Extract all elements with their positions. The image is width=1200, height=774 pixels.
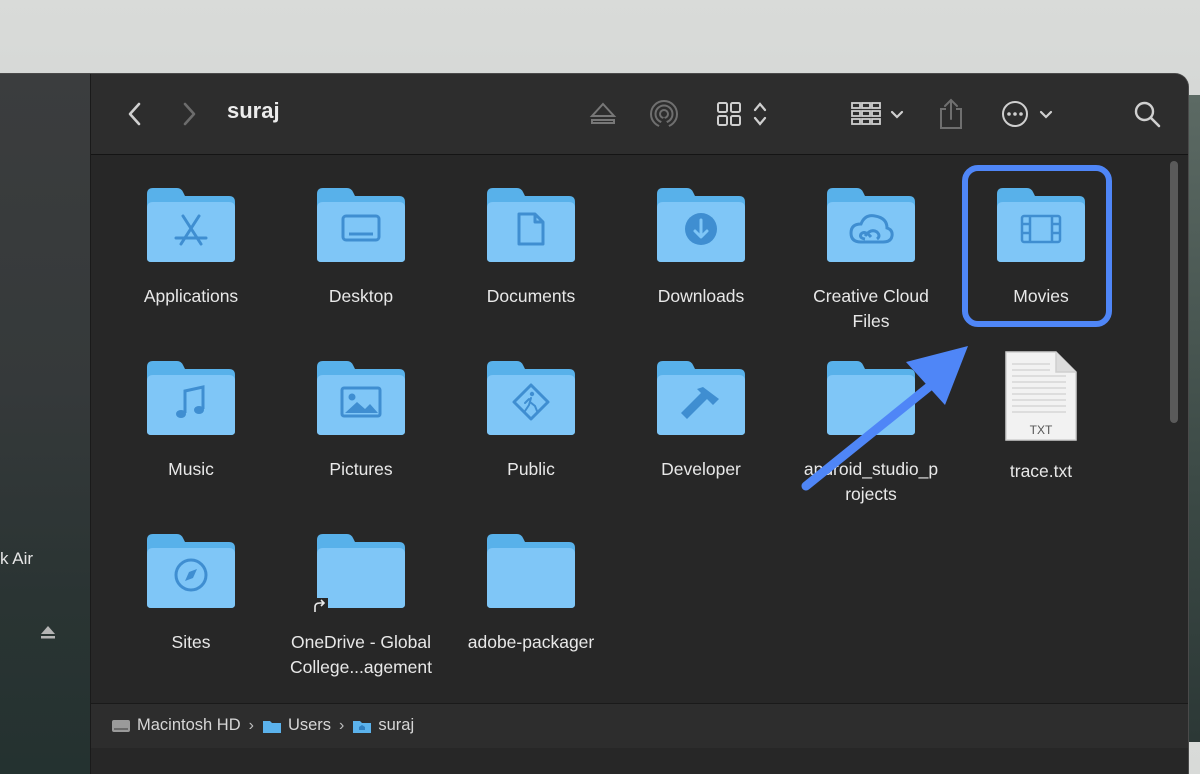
chevron-left-icon xyxy=(128,102,141,126)
path-item-label: suraj xyxy=(378,716,415,734)
item-label: Public xyxy=(507,459,555,479)
item-label: Pictures xyxy=(329,459,393,479)
music-folder-icon xyxy=(147,361,235,435)
label-line: Files xyxy=(852,311,890,331)
sidebar: k Air xyxy=(0,74,91,774)
ellipsis-circle-icon xyxy=(1002,101,1053,127)
back-button[interactable] xyxy=(121,96,149,132)
label-line: College...agement xyxy=(289,657,433,677)
search-icon xyxy=(1134,101,1161,128)
folder-public[interactable]: Public xyxy=(451,359,611,482)
sidebar-item-device[interactable]: k Air xyxy=(0,549,33,569)
folder-desktop[interactable]: Desktop xyxy=(281,186,441,309)
text-file-icon: TXT xyxy=(1005,351,1077,441)
more-actions-button[interactable] xyxy=(997,96,1057,132)
eject-button[interactable] xyxy=(587,96,619,132)
developer-folder-icon xyxy=(657,361,745,435)
eject-icon xyxy=(589,102,617,124)
item-label: Sites xyxy=(171,632,211,652)
downloads-folder-icon xyxy=(657,188,745,262)
share-button[interactable] xyxy=(936,96,966,132)
sites-folder-icon xyxy=(147,534,235,608)
file-trace-txt[interactable]: TXT trace.txt xyxy=(961,350,1121,484)
folder-onedrive-alias[interactable]: OneDrive - Global College...agement xyxy=(281,532,441,680)
path-item-macintosh-hd[interactable]: Macintosh HD xyxy=(111,716,241,735)
documents-folder-icon xyxy=(487,188,575,262)
eject-icon[interactable] xyxy=(40,624,56,640)
folder-icon xyxy=(827,361,915,435)
path-bar: Macintosh HD › Users › suraj xyxy=(91,703,1188,748)
view-mode-button[interactable] xyxy=(713,96,771,132)
item-label: Developer xyxy=(661,459,741,479)
desktop-background xyxy=(1188,95,1200,742)
item-label: Desktop xyxy=(328,286,394,306)
hard-drive-icon xyxy=(112,719,130,732)
group-by-icon xyxy=(851,102,904,125)
label-line: OneDrive - Global xyxy=(290,632,432,652)
item-label: trace.txt xyxy=(1009,461,1073,481)
label-line: android_studio_p xyxy=(803,459,939,479)
home-folder-icon xyxy=(353,720,372,733)
folder-downloads[interactable]: Downloads xyxy=(621,186,781,309)
alias-arrow-icon xyxy=(312,598,328,614)
window-title: suraj xyxy=(227,98,280,123)
pictures-folder-icon xyxy=(317,361,405,435)
folder-icon xyxy=(262,720,281,733)
file-type-badge: TXT xyxy=(1030,423,1053,437)
highlight-box xyxy=(962,165,1112,327)
group-by-button[interactable] xyxy=(847,96,907,132)
item-label: Downloads xyxy=(657,286,745,306)
folder-icon xyxy=(487,534,575,608)
item-label: adobe-packager xyxy=(467,632,595,652)
scrollbar-thumb[interactable] xyxy=(1170,161,1178,423)
item-label: Applications xyxy=(143,286,239,306)
folder-applications[interactable]: Applications xyxy=(111,186,271,309)
folder-adobe-packager[interactable]: adobe-packager xyxy=(451,532,611,655)
forward-button[interactable] xyxy=(175,96,203,132)
label-line: Creative Cloud xyxy=(813,286,929,306)
path-item-users[interactable]: Users xyxy=(262,716,331,735)
item-label: Documents xyxy=(486,286,576,306)
airdrop-button[interactable] xyxy=(647,96,681,132)
chevron-right-icon xyxy=(183,102,196,126)
folder-alias-icon xyxy=(317,534,405,608)
icon-grid-view-icon xyxy=(717,102,767,126)
path-item-label: Users xyxy=(287,716,332,734)
item-label: android_studio_projects xyxy=(791,457,951,507)
toolbar: suraj xyxy=(91,74,1188,155)
folder-creative-cloud-files[interactable]: Creative Cloud Files xyxy=(791,186,951,334)
folder-android-studio-projects[interactable]: android_studio_projects xyxy=(791,359,951,507)
creative-cloud-folder-icon xyxy=(827,188,915,262)
label-line: rojects xyxy=(845,484,897,504)
path-item-label: Macintosh HD xyxy=(137,716,241,734)
path-item-suraj[interactable]: suraj xyxy=(352,716,414,735)
search-button[interactable] xyxy=(1131,96,1163,132)
item-label: OneDrive - Global College...agement xyxy=(281,630,441,680)
folder-developer[interactable]: Developer xyxy=(621,359,781,482)
airdrop-icon xyxy=(650,100,678,128)
public-folder-icon xyxy=(487,361,575,435)
item-label: Music xyxy=(168,459,214,479)
folder-sites[interactable]: Sites xyxy=(111,532,271,655)
folder-music[interactable]: Music xyxy=(111,359,271,482)
folder-pictures[interactable]: Pictures xyxy=(281,359,441,482)
applications-folder-icon xyxy=(147,188,235,262)
path-separator: › xyxy=(339,716,345,734)
folder-documents[interactable]: Documents xyxy=(451,186,611,309)
desktop-folder-icon xyxy=(317,188,405,262)
share-icon xyxy=(940,98,962,129)
path-separator: › xyxy=(248,716,254,734)
item-label: Creative Cloud Files xyxy=(791,284,951,334)
